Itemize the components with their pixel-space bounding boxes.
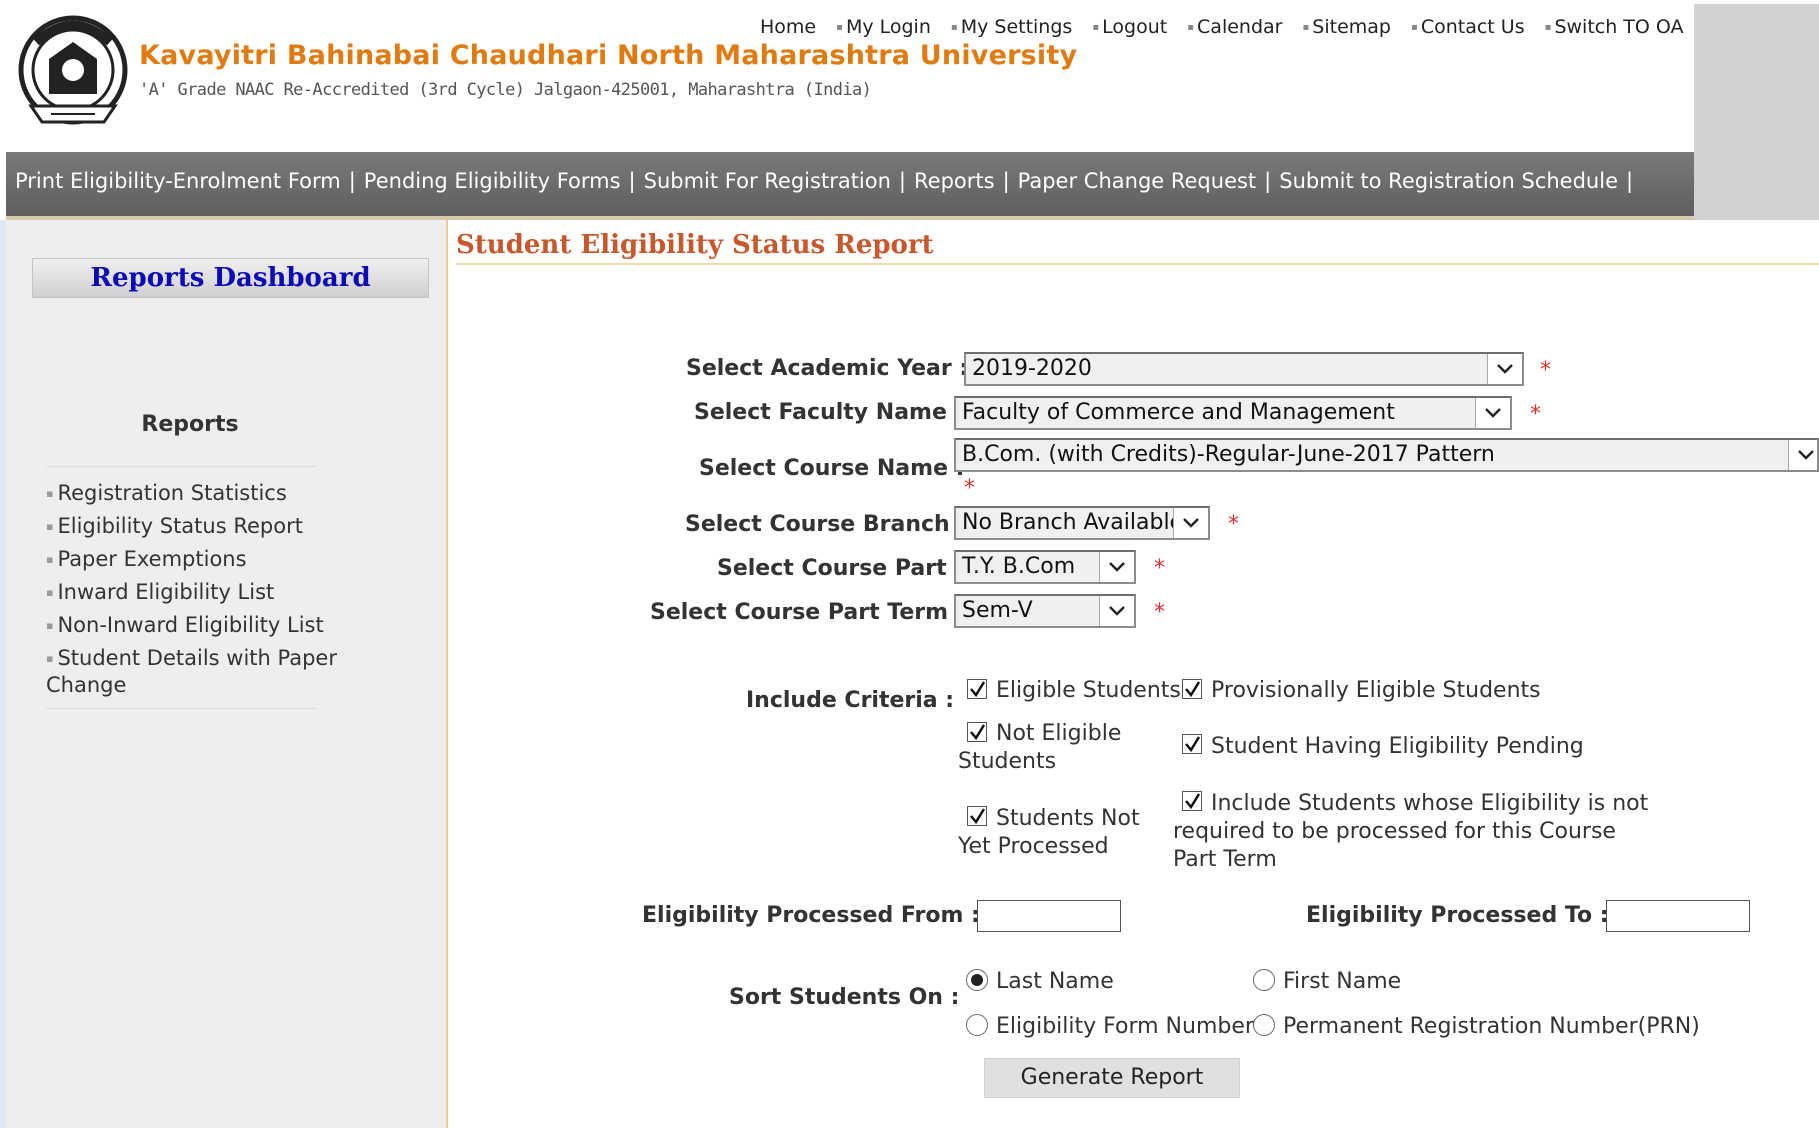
academic-year-select[interactable]: 2019-2020 — [964, 352, 1524, 386]
branch-label: Select Course Branch : — [685, 512, 967, 537]
university-seal-icon[interactable] — [16, 14, 130, 130]
top-link-my-settings[interactable]: My Settings — [951, 16, 1072, 38]
nav-submit-to-registration-schedule[interactable]: Submit to Registration Schedule — [1279, 169, 1618, 193]
university-name: Kavayitri Bahinabai Chaudhari North Maha… — [139, 40, 1078, 71]
eligibility-pending-checkbox[interactable] — [1182, 734, 1202, 754]
course-part-term-label: Select Course Part Term : — [650, 600, 965, 625]
course-part-select[interactable]: T.Y. B.Com — [954, 550, 1136, 584]
sort-prn-radio[interactable] — [1253, 1014, 1275, 1036]
academic-year-value: 2019-2020 — [972, 356, 1092, 381]
course-value: B.Com. (with Credits)-Regular-June-2017 … — [962, 442, 1495, 467]
report-link-student-details-paper-change[interactable]: Student Details with Paper Change — [46, 645, 356, 698]
course-part-label: Select Course Part : — [717, 556, 964, 581]
report-link-non-inward-eligibility[interactable]: Non-Inward Eligibility List — [46, 612, 356, 639]
nav-paper-change-request[interactable]: Paper Change Request — [1018, 169, 1257, 193]
course-select[interactable]: B.Com. (with Credits)-Regular-June-2017 … — [954, 438, 1819, 472]
university-subtitle: 'A' Grade NAAC Re-Accredited (3rd Cycle)… — [139, 80, 872, 100]
top-link-logout[interactable]: Logout — [1092, 16, 1167, 38]
provisionally-eligible-checkbox[interactable] — [1182, 679, 1202, 699]
top-links: Home My Login My Settings Logout Calenda… — [760, 16, 1698, 38]
required-mark: * — [1154, 556, 1165, 581]
processed-from-label: Eligibility Processed From : — [642, 903, 980, 928]
nav-reports[interactable]: Reports — [914, 169, 995, 193]
top-link-home[interactable]: Home — [760, 16, 816, 38]
processed-from-input[interactable] — [977, 900, 1121, 932]
chevron-down-icon — [1099, 552, 1134, 582]
sort-label: Sort Students On : — [729, 985, 960, 1010]
top-link-calendar[interactable]: Calendar — [1187, 16, 1282, 38]
nav-separator: | — [1264, 169, 1272, 193]
top-link-my-login[interactable]: My Login — [836, 16, 931, 38]
page: Kavayitri Bahinabai Chaudhari North Maha… — [0, 0, 1819, 1128]
sort-form-number-label: Eligibility Form Number — [996, 1014, 1254, 1039]
branch-select[interactable]: No Branch Available — [954, 506, 1210, 540]
course-label: Select Course Name : — [699, 456, 965, 481]
reports-heading: Reports — [141, 412, 239, 437]
nav-separator: | — [348, 169, 356, 193]
sort-form-number-radio[interactable] — [966, 1014, 988, 1036]
chevron-down-icon — [1173, 508, 1208, 538]
provisionally-eligible-label: Provisionally Eligible Students — [1211, 678, 1541, 703]
chevron-down-icon — [1788, 440, 1817, 470]
header-right-panel — [1694, 4, 1819, 220]
eligible-students-checkbox[interactable] — [967, 679, 987, 699]
course-part-term-value: Sem-V — [962, 598, 1033, 623]
sort-first-name-radio[interactable] — [1253, 969, 1275, 991]
faculty-label: Select Faculty Name : — [694, 400, 964, 425]
required-mark: * — [964, 476, 975, 501]
processed-to-input[interactable] — [1606, 900, 1750, 932]
sort-prn-label: Permanent Registration Number(PRN) — [1283, 1014, 1700, 1039]
include-criteria-label: Include Criteria : — [746, 688, 955, 713]
top-link-sitemap[interactable]: Sitemap — [1303, 16, 1391, 38]
nav-print-eligibility-form[interactable]: Print Eligibility-Enrolment Form — [15, 169, 341, 193]
nav-submit-for-registration[interactable]: Submit For Registration — [644, 169, 891, 193]
title-divider — [456, 263, 1819, 265]
sidebar-divider — [46, 708, 316, 709]
course-part-value: T.Y. B.Com — [962, 554, 1076, 579]
chevron-down-icon — [1099, 596, 1134, 626]
required-mark: * — [1530, 402, 1541, 427]
nav-separator: | — [1626, 169, 1634, 193]
sort-last-name-label: Last Name — [996, 969, 1114, 994]
faculty-value: Faculty of Commerce and Management — [962, 400, 1395, 425]
faculty-select[interactable]: Faculty of Commerce and Management — [954, 396, 1512, 430]
report-link-inward-eligibility[interactable]: Inward Eligibility List — [46, 579, 356, 606]
nav-separator: | — [898, 169, 906, 193]
report-link-paper-exemptions[interactable]: Paper Exemptions — [46, 546, 356, 573]
branch-value: No Branch Available — [962, 510, 1184, 535]
not-yet-processed-label: Students Not Yet Processed — [958, 806, 1140, 859]
report-link-eligibility-status[interactable]: Eligibility Status Report — [46, 513, 356, 540]
report-list: Registration Statistics Eligibility Stat… — [46, 480, 356, 704]
eligibility-pending-label: Student Having Eligibility Pending — [1211, 734, 1584, 759]
sort-last-name-radio[interactable] — [966, 969, 988, 991]
processed-to-label: Eligibility Processed To : — [1306, 903, 1609, 928]
eligible-students-label: Eligible Students — [996, 678, 1181, 703]
not-eligible-label: Not Eligible Students — [958, 721, 1122, 774]
top-link-switch-to-oa[interactable]: Switch TO OA — [1545, 16, 1684, 38]
chevron-down-icon — [1487, 354, 1522, 384]
nav-separator: | — [628, 169, 636, 193]
reports-dashboard-title: Reports Dashboard — [32, 258, 429, 298]
required-mark: * — [1154, 600, 1165, 625]
top-link-contact-us[interactable]: Contact Us — [1411, 16, 1525, 38]
main-nav: Print Eligibility-Enrolment Form | Pending… — [6, 152, 1694, 220]
academic-year-label: Select Academic Year : — [686, 356, 969, 381]
sidebar-divider — [46, 466, 316, 467]
required-mark: * — [1228, 512, 1239, 537]
required-mark: * — [1540, 358, 1551, 383]
generate-report-button[interactable]: Generate Report — [984, 1058, 1240, 1098]
chevron-down-icon — [1475, 398, 1510, 428]
nav-pending-eligibility-forms[interactable]: Pending Eligibility Forms — [364, 169, 621, 193]
report-link-registration-statistics[interactable]: Registration Statistics — [46, 480, 356, 507]
nav-separator: | — [1002, 169, 1010, 193]
course-part-term-select[interactable]: Sem-V — [954, 594, 1136, 628]
page-title: Student Eligibility Status Report — [456, 230, 934, 260]
sort-first-name-label: First Name — [1283, 969, 1402, 994]
not-required-label: Include Students whose Eligibility is no… — [1173, 791, 1649, 872]
